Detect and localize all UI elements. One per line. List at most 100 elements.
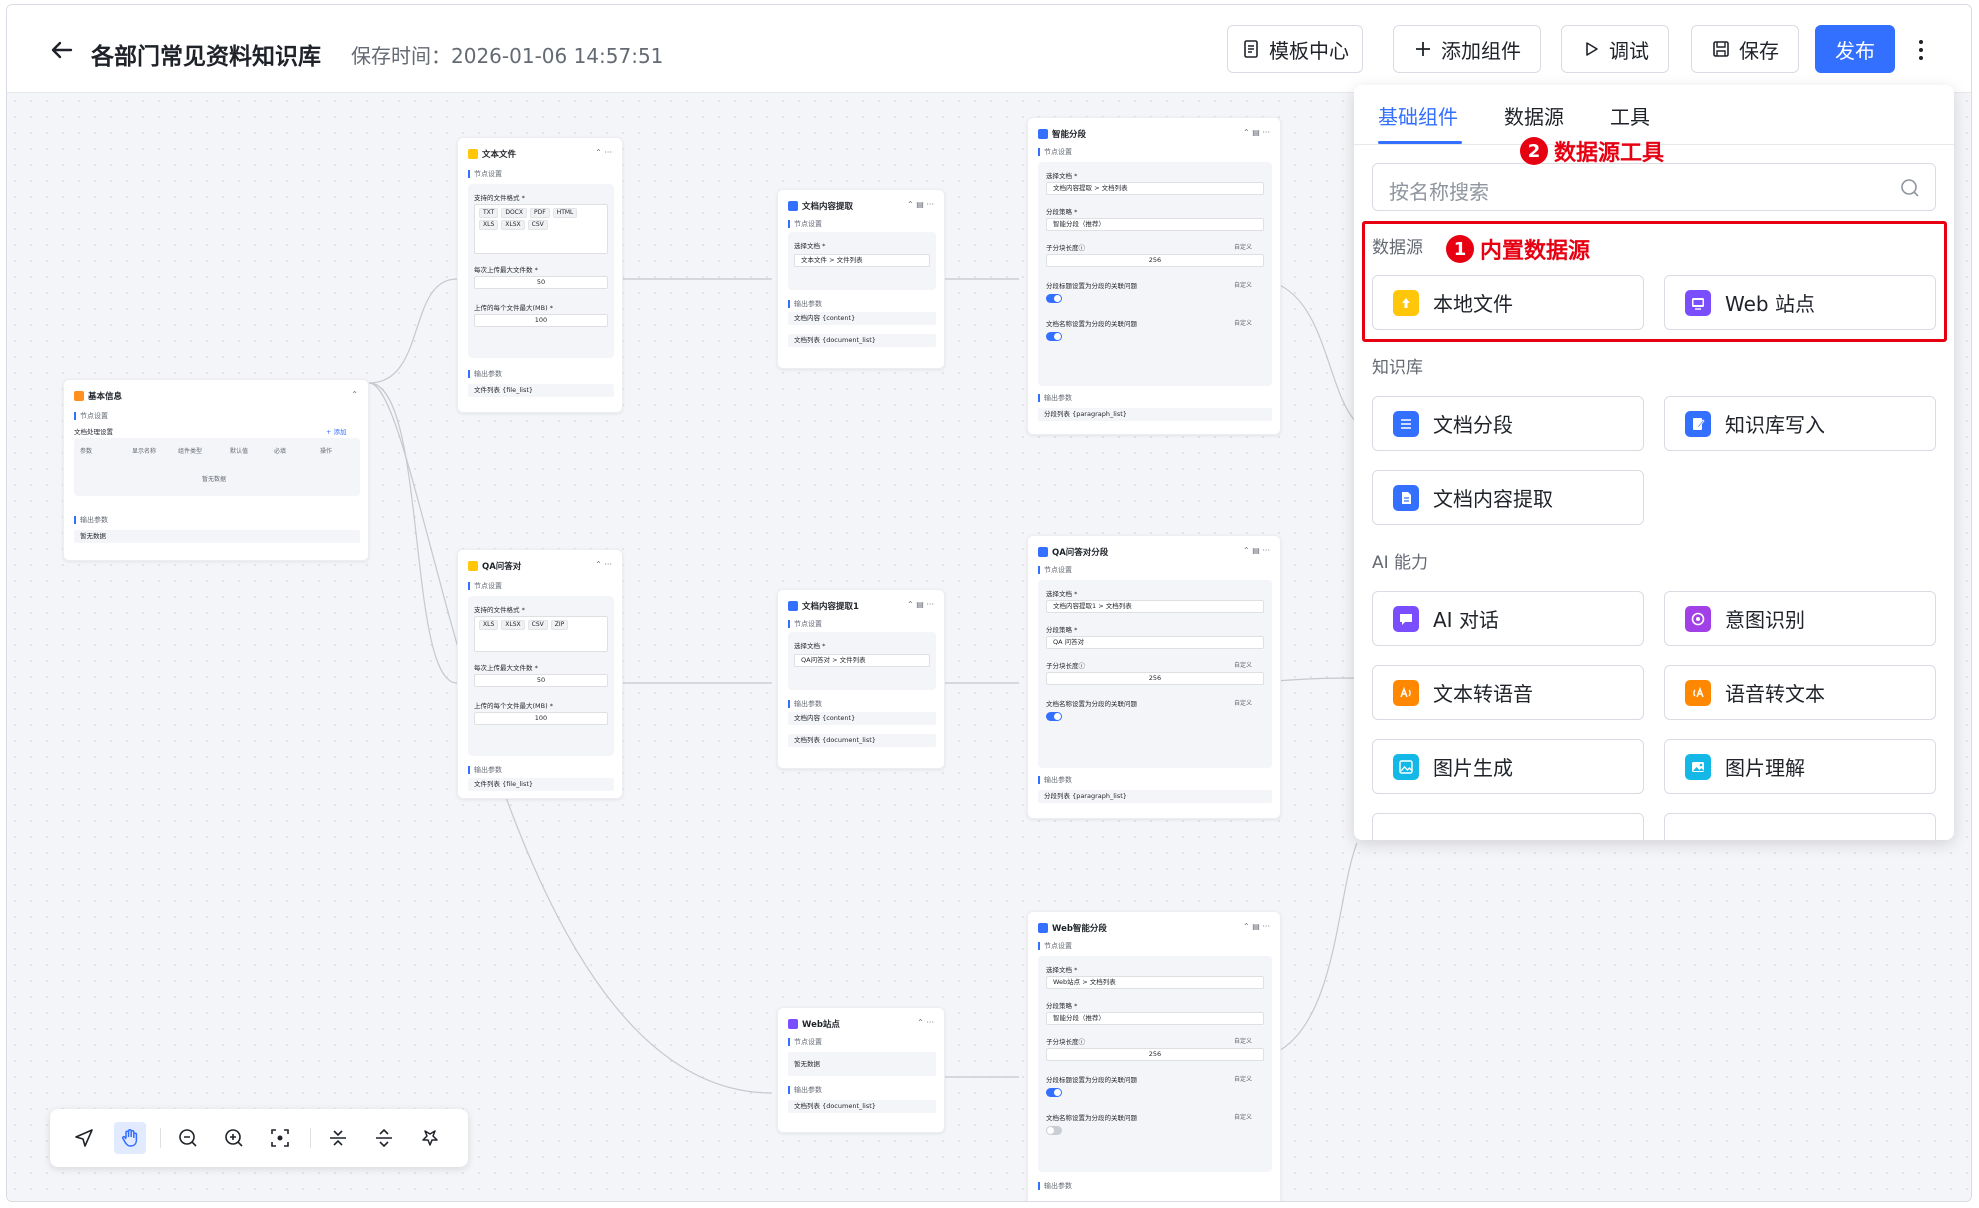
template-center-button[interactable]: 模板中心 — [1227, 25, 1363, 73]
output-label: 输出参数 — [468, 370, 502, 378]
select-doc-dropdown[interactable]: 文本文件 > 文件列表 — [794, 254, 930, 267]
node-web-segment[interactable]: Web智能分段 ⌃ ▤ ··· 节点设置 选择文档 * Web站点 > 文档列表… — [1027, 911, 1281, 1201]
image-understand-icon — [1685, 753, 1711, 780]
strategy-dropdown[interactable]: QA 问答对 — [1046, 636, 1264, 649]
custom-select[interactable]: 自定义 — [1234, 1074, 1252, 1083]
more-menu-icon[interactable] — [1913, 35, 1929, 65]
title-question-toggle[interactable] — [1046, 294, 1062, 303]
custom-select[interactable]: 自定义 — [1234, 318, 1252, 327]
component-more-2[interactable] — [1664, 813, 1936, 840]
component-label: 图片生成 — [1433, 756, 1513, 780]
select-doc-dropdown[interactable]: 文档内容提取 > 文档列表 — [1046, 182, 1264, 195]
image-generate-icon — [1393, 753, 1419, 780]
save-button[interactable]: 保存 — [1691, 25, 1799, 73]
node-smart-segment[interactable]: 智能分段 ⌃ ▤ ··· 节点设置 选择文档 * 文档内容提取 > 文档列表 分… — [1027, 117, 1281, 435]
chunk-input[interactable]: 256 — [1046, 254, 1264, 267]
node-base-info[interactable]: 基本信息 ⌃ 节点设置 文档处理设置 + 添加 参数 显示名称 组件类型 默认值… — [63, 379, 369, 561]
custom-select[interactable]: 自定义 — [1234, 660, 1252, 669]
title-question-toggle[interactable] — [1046, 1088, 1062, 1097]
node-controls-icon[interactable]: ⌃ ··· — [595, 560, 612, 569]
pointer-tool[interactable] — [68, 1122, 100, 1154]
node-controls-icon[interactable]: ⌃ ▤ ··· — [1243, 922, 1270, 931]
custom-select[interactable]: 自定义 — [1234, 1112, 1252, 1121]
component-ai-chat[interactable]: AI 对话 — [1372, 591, 1644, 646]
component-img-understand[interactable]: 图片理解 — [1664, 739, 1936, 794]
publish-button[interactable]: 发布 — [1815, 25, 1895, 73]
docname-question-toggle[interactable] — [1046, 332, 1062, 341]
node-controls-icon[interactable]: ⌃ ▤ ··· — [907, 600, 934, 609]
max-files-label: 每次上传最大文件数 * — [474, 266, 538, 274]
component-stt[interactable]: 语音转文本 — [1664, 665, 1936, 720]
formats-select[interactable]: XLS XLSX CSV ZIP — [474, 616, 608, 652]
formats-select[interactable]: TXT DOCX PDF HTML XLS XLSX CSV — [474, 204, 608, 254]
tab-basic-components[interactable]: 基础组件 — [1378, 101, 1458, 130]
node-qa-file[interactable]: QA问答对 ⌃ ··· 节点设置 支持的文件格式 * XLS XLSX CSV ZIP… — [457, 549, 623, 799]
debug-button[interactable]: 调试 — [1561, 25, 1669, 73]
component-doc-extract[interactable]: 文档内容提取 — [1372, 470, 1644, 525]
component-label: 意图识别 — [1725, 608, 1805, 632]
node-controls-icon[interactable]: ⌃ ▤ ··· — [907, 200, 934, 209]
component-kb-write[interactable]: 知识库写入 — [1664, 396, 1936, 451]
node-controls-icon[interactable]: ⌃ ▤ ··· — [1243, 128, 1270, 137]
chunk-input[interactable]: 256 — [1046, 1048, 1264, 1061]
docname-question-toggle[interactable] — [1046, 712, 1062, 721]
node-doc-extract[interactable]: 文档内容提取 ⌃ ▤ ··· 节点设置 选择文档 * 文本文件 > 文件列表 输… — [777, 189, 945, 369]
canvas-toolbar — [50, 1109, 468, 1167]
strategy-label: 分段策略 * — [1046, 1002, 1078, 1010]
node-controls-icon[interactable]: ⌃ ··· — [917, 1018, 934, 1027]
node-qa-segment[interactable]: QA问答对分段 ⌃ ▤ ··· 节点设置 选择文档 * 文档内容提取1 > 文档… — [1027, 535, 1281, 819]
component-search-input[interactable]: 按名称搜索 — [1372, 163, 1936, 211]
component-img-gen[interactable]: 图片生成 — [1372, 739, 1644, 794]
custom-select[interactable]: 自定义 — [1234, 698, 1252, 707]
add-param-link[interactable]: + 添加 — [326, 426, 347, 436]
max-files-input[interactable]: 50 — [474, 276, 608, 289]
column-header: 参数 — [80, 448, 93, 455]
settings-box: 选择文档 * QA问答对 > 文件列表 — [788, 632, 936, 690]
node-title: Web站点 — [802, 1020, 840, 1030]
max-size-input[interactable]: 100 — [474, 712, 608, 725]
expand-all-button[interactable] — [368, 1122, 400, 1154]
kb-write-icon — [1685, 410, 1711, 437]
max-size-input[interactable]: 100 — [474, 314, 608, 327]
node-controls-icon[interactable]: ⌃ ▤ ··· — [1243, 546, 1270, 555]
tab-tools[interactable]: 工具 — [1610, 101, 1650, 130]
chunk-input[interactable]: 256 — [1046, 672, 1264, 685]
collapse-all-button[interactable] — [322, 1122, 354, 1154]
format-tag: XLS — [479, 220, 499, 230]
section-label: 节点设置 — [1038, 566, 1072, 574]
segment-icon — [1038, 547, 1048, 557]
docname-question-toggle[interactable] — [1046, 1126, 1062, 1135]
back-arrow-icon[interactable] — [47, 35, 77, 65]
auto-layout-button[interactable] — [414, 1122, 446, 1154]
save-time: 保存时间：2026-01-06 14:57:51 — [351, 44, 664, 68]
select-doc-dropdown[interactable]: 文档内容提取1 > 文档列表 — [1046, 600, 1264, 613]
select-doc-dropdown[interactable]: Web站点 > 文档列表 — [1046, 976, 1264, 989]
strategy-dropdown[interactable]: 智能分段（推荐） — [1046, 218, 1264, 231]
component-doc-segment[interactable]: 文档分段 — [1372, 396, 1644, 451]
custom-select[interactable]: 自定义 — [1234, 242, 1252, 251]
strategy-dropdown[interactable]: 智能分段（推荐） — [1046, 1012, 1264, 1025]
settings-box: 选择文档 * 文档内容提取 > 文档列表 分段策略 * 智能分段（推荐） 子分块… — [1038, 162, 1272, 386]
select-doc-dropdown[interactable]: QA问答对 > 文件列表 — [794, 654, 930, 667]
component-intent[interactable]: 意图识别 — [1664, 591, 1936, 646]
node-doc-extract-1[interactable]: 文档内容提取1 ⌃ ▤ ··· 节点设置 选择文档 * QA问答对 > 文件列表… — [777, 589, 945, 769]
node-text-file[interactable]: 文本文件 ⌃ ··· 节点设置 支持的文件格式 * TXT DOCX PDF HTML… — [457, 137, 623, 413]
custom-select[interactable]: 自定义 — [1234, 280, 1252, 289]
output-param: 暂无数据 — [74, 530, 360, 543]
add-component-button[interactable]: 添加组件 — [1393, 25, 1541, 73]
custom-select[interactable]: 自定义 — [1234, 1036, 1252, 1045]
collapse-icon[interactable]: ⌃ — [351, 390, 358, 399]
zoom-out-button[interactable] — [172, 1122, 204, 1154]
component-more-1[interactable] — [1372, 813, 1644, 840]
node-controls-icon[interactable]: ⌃ ··· — [595, 148, 612, 157]
zoom-in-button[interactable] — [218, 1122, 250, 1154]
node-title: QA问答对 — [482, 562, 522, 572]
web-icon — [788, 1019, 798, 1029]
tab-data-source[interactable]: 数据源 — [1504, 101, 1564, 130]
max-files-input[interactable]: 50 — [474, 674, 608, 687]
component-label: 图片理解 — [1725, 756, 1805, 780]
node-web-site[interactable]: Web站点 ⌃ ··· 节点设置 暂无数据 输出参数 文档列表 {documen… — [777, 1007, 945, 1133]
fit-view-button[interactable] — [264, 1122, 296, 1154]
component-tts[interactable]: 文本转语音 — [1372, 665, 1644, 720]
hand-tool[interactable] — [114, 1122, 146, 1154]
